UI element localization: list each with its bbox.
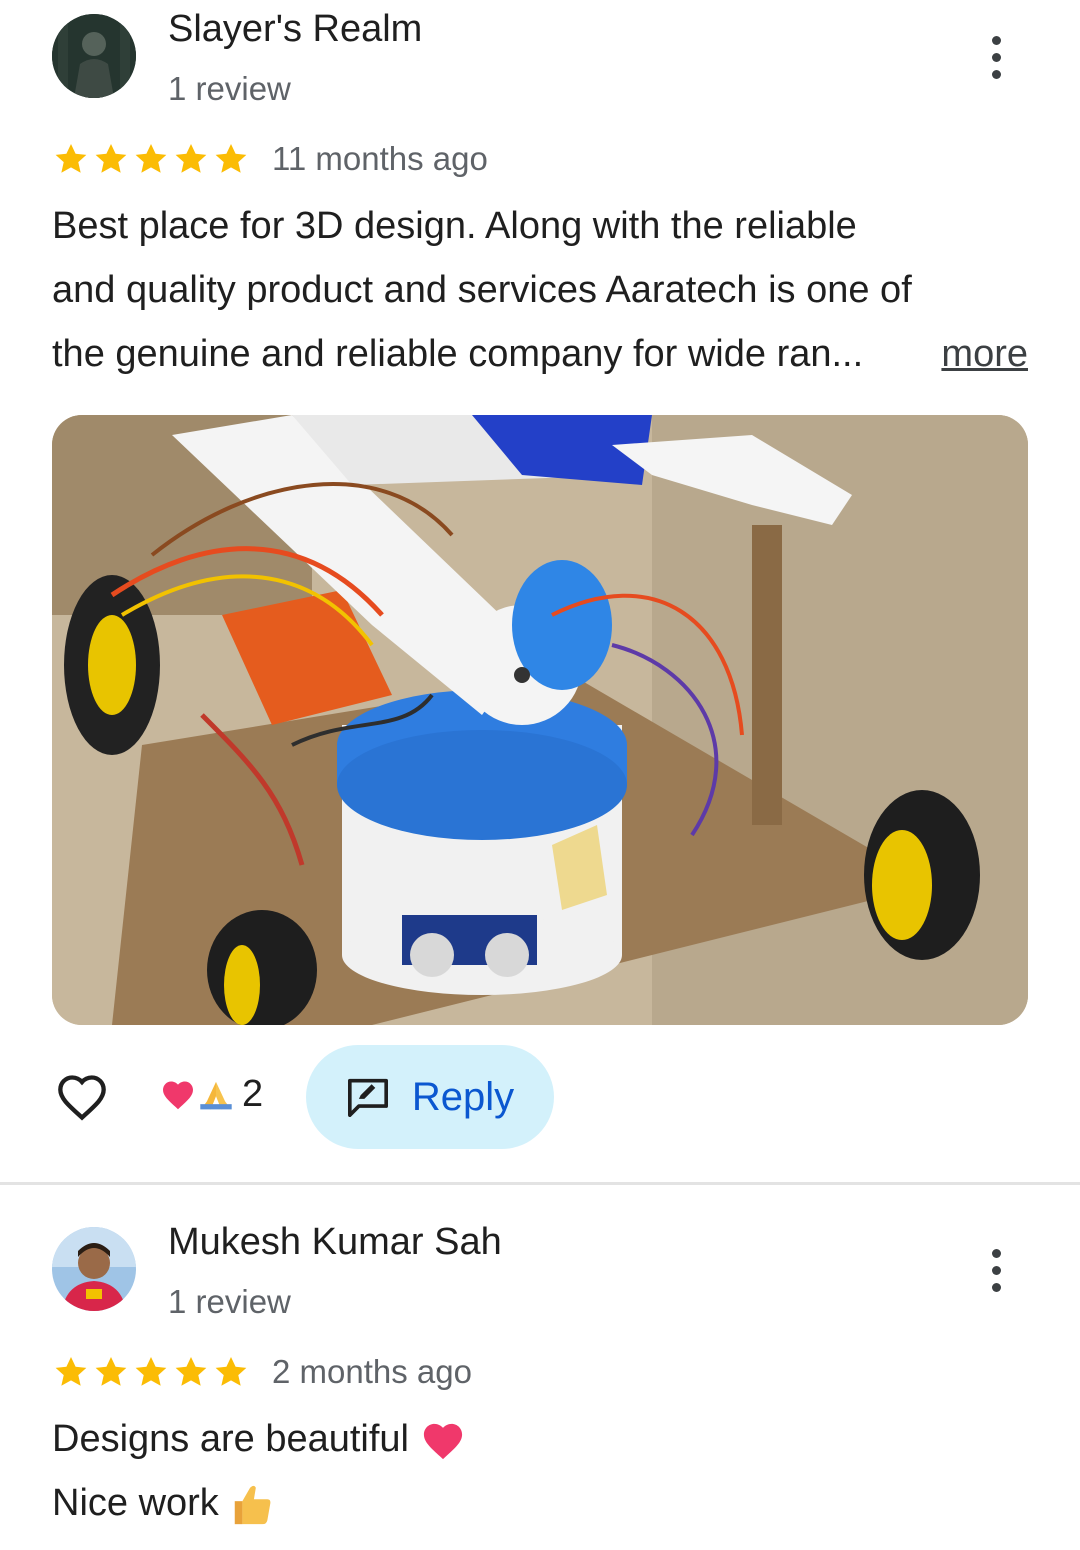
- heart-outline-icon[interactable]: [56, 1073, 108, 1121]
- avatar[interactable]: [52, 1227, 136, 1311]
- review-age: 2 months ago: [272, 1353, 472, 1390]
- reaction-pray-emoji: [200, 1081, 232, 1109]
- more-vert-icon: [991, 35, 1001, 45]
- review-photo[interactable]: [52, 415, 1028, 1025]
- heart-emoji: [423, 1423, 462, 1460]
- review-text: Best place for 3D design. Along with the…: [52, 194, 1042, 386]
- more-options-button[interactable]: [976, 1240, 1016, 1300]
- star-rating: [52, 140, 250, 178]
- review-age: 11 months ago: [272, 140, 488, 177]
- review-text-line: Nice work: [52, 1471, 1042, 1535]
- review-text-line-content: the genuine and reliable company for wid…: [52, 333, 864, 375]
- review-actions: 2 Reply: [52, 1045, 952, 1149]
- more-options-button[interactable]: [976, 27, 1016, 87]
- reply-button[interactable]: Reply: [306, 1045, 554, 1149]
- star-icon: [175, 1356, 207, 1386]
- author-name[interactable]: Mukesh Kumar Sah: [168, 1221, 502, 1264]
- review-count: 1 review: [168, 1283, 291, 1320]
- star-icon: [135, 1356, 167, 1386]
- star-icon: [175, 143, 207, 173]
- review-text-line: Best place for 3D design. Along with the…: [52, 205, 857, 247]
- review-count: 1 review: [168, 70, 291, 107]
- more-vert-icon: [991, 1248, 1001, 1258]
- star-icon: [55, 143, 87, 173]
- star-icon: [215, 1356, 247, 1386]
- review-text: Designs are beautiful Nice work: [52, 1407, 1042, 1535]
- reaction-count: 2: [242, 1073, 264, 1115]
- avatar[interactable]: [52, 14, 136, 98]
- divider: [0, 1182, 1080, 1185]
- reactions[interactable]: 2: [160, 1073, 263, 1116]
- star-icon: [95, 143, 127, 173]
- reply-icon: [347, 1078, 388, 1117]
- more-link[interactable]: more: [941, 322, 1028, 386]
- star-icon: [95, 1356, 127, 1386]
- review-text-line: the genuine and reliable company for wid…: [52, 322, 1042, 386]
- author-name[interactable]: Slayer's Realm: [168, 8, 422, 51]
- star-icon: [135, 143, 167, 173]
- review-text-line: and quality product and services Aaratec…: [52, 269, 912, 311]
- star-icon: [55, 1356, 87, 1386]
- reply-label: Reply: [411, 1074, 515, 1119]
- star-rating: [52, 1353, 250, 1391]
- thumbs-up-emoji: [235, 1485, 271, 1525]
- review-text-line-content: Nice work: [52, 1482, 219, 1524]
- review-text-line: Designs are beautiful: [52, 1407, 1042, 1471]
- review-text-line-content: Designs are beautiful: [52, 1418, 409, 1460]
- star-icon: [215, 143, 247, 173]
- reaction-heart-emoji: [163, 1081, 193, 1109]
